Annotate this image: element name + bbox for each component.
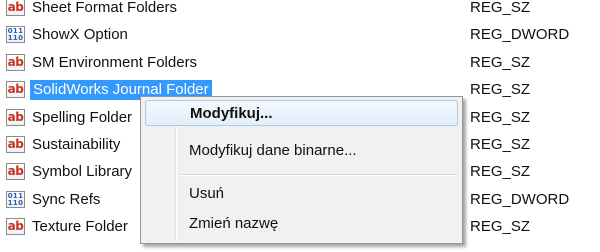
menu-item-label: Usuń — [189, 185, 225, 202]
value-name: Sustainability — [32, 135, 121, 153]
value-type: REG_SZ — [470, 0, 531, 16]
string-value-icon: ab — [6, 108, 25, 126]
list-item[interactable]: ab Sheet Format Folders REG_SZ — [0, 0, 600, 21]
value-type: REG_SZ — [470, 81, 531, 99]
menu-item-modify-binary[interactable]: Modyfikuj dane binarne... — [145, 138, 458, 164]
string-value-icon: ab — [6, 163, 25, 181]
string-value-icon: ab — [6, 0, 25, 16]
string-value-icon: ab — [6, 53, 25, 71]
value-type: REG_SZ — [470, 108, 531, 126]
value-name: Sync Refs — [32, 190, 101, 208]
value-name: Spelling Folder — [32, 108, 133, 126]
menu-item-label: Modyfikuj... — [190, 105, 273, 122]
list-item[interactable]: 011 110 ShowX Option REG_DWORD — [0, 21, 600, 48]
menu-item-delete[interactable]: Usuń — [145, 181, 458, 207]
context-menu: Modyfikuj... Modyfikuj dane binarne... U… — [140, 96, 463, 244]
value-type: REG_SZ — [470, 218, 531, 236]
string-value-icon: ab — [6, 135, 25, 153]
menu-item-modify[interactable]: Modyfikuj... — [145, 100, 458, 126]
value-type: REG_DWORD — [470, 26, 570, 44]
menu-item-rename[interactable]: Zmień nazwę — [145, 211, 458, 237]
menu-separator — [179, 174, 458, 176]
value-name: SM Environment Folders — [32, 53, 198, 71]
value-type: REG_SZ — [470, 163, 531, 181]
value-type: REG_SZ — [470, 135, 531, 153]
string-value-icon: ab — [6, 81, 25, 99]
value-name: ShowX Option — [32, 26, 128, 44]
menu-item-label: Zmień nazwę — [189, 215, 279, 232]
value-type: REG_SZ — [470, 53, 531, 71]
value-type: REG_DWORD — [470, 190, 570, 208]
binary-value-icon: 011 110 — [6, 26, 25, 44]
binary-value-icon: 011 110 — [6, 190, 25, 208]
menu-item-label: Modyfikuj dane binarne... — [189, 142, 357, 159]
registry-values-pane: ab Sheet Format Folders REG_SZ 011 110 Sh… — [0, 0, 600, 252]
value-name: Sheet Format Folders — [32, 0, 178, 16]
list-item[interactable]: ab SM Environment Folders REG_SZ — [0, 49, 600, 76]
value-name: Symbol Library — [32, 163, 133, 181]
value-name: Texture Folder — [32, 218, 128, 236]
string-value-icon: ab — [6, 218, 25, 236]
